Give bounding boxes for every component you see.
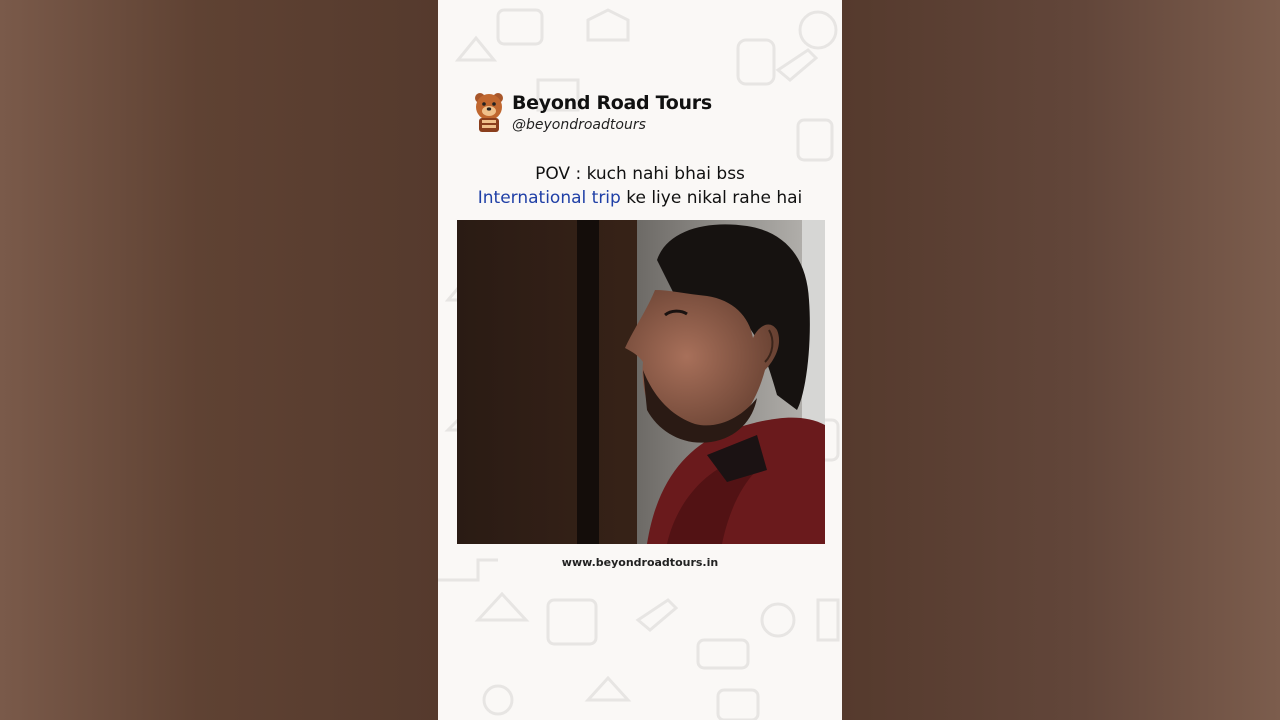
brand-name: Beyond Road Tours [512, 92, 712, 114]
video-still-illustration [457, 220, 825, 544]
bear-mascot-icon [475, 93, 503, 132]
blurred-background-right [842, 0, 1280, 720]
caption-line-1: POV : kuch nahi bhai bss [535, 164, 745, 184]
video-frame [457, 220, 825, 544]
post-card: Beyond Road Tours @beyondroadtours POV :… [438, 0, 842, 720]
brand-handle: @beyondroadtours [512, 117, 646, 133]
caption-line-2: International trip ke liye nikal rahe ha… [438, 188, 842, 208]
caption-line-2-rest: ke liye nikal rahe hai [620, 188, 803, 208]
caption-highlight: International trip [477, 188, 621, 208]
blurred-background-left [0, 0, 438, 720]
brand-header: Beyond Road Tours @beyondroadtours [472, 90, 812, 136]
website-url[interactable]: www.beyondroadtours.in [438, 556, 842, 569]
